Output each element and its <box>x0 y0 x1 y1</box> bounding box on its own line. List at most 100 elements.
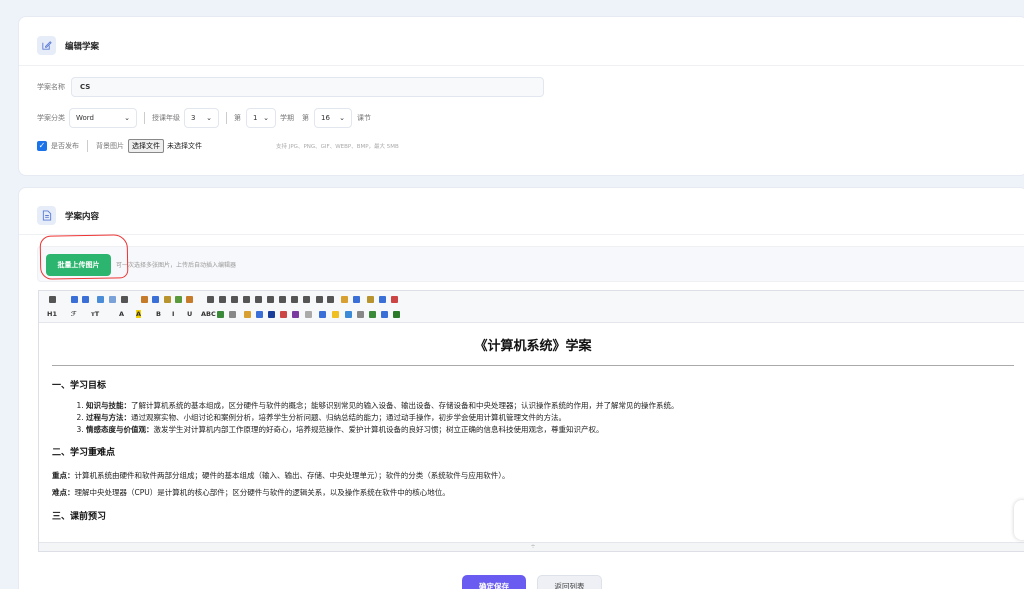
plan-content-card: 学案内容 批量上传图片 可一次选择多张图片，上传后自动插入编辑器 H1 ℱтT A A… <box>18 187 1024 589</box>
plan-name-input[interactable]: CS <box>71 77 544 97</box>
chevron-down-icon: ⌄ <box>339 114 345 122</box>
publish-checkbox[interactable]: ✓ <box>37 141 47 151</box>
toolbar-format-button[interactable]: B <box>156 310 161 318</box>
save-button[interactable]: 确定保存 <box>462 575 526 589</box>
toolbar-insert-icon[interactable] <box>280 311 287 318</box>
batch-upload-bar: 批量上传图片 可一次选择多张图片，上传后自动插入编辑器 <box>37 246 1024 282</box>
file-format-hint: 支持 JPG、PNG、GIF、WEBP、BMP，最大 5MB <box>276 144 399 150</box>
toolbar-tool-icon[interactable] <box>341 296 348 303</box>
divider <box>87 140 88 152</box>
section-heading: 二、学习重难点 <box>52 448 116 458</box>
toolbar-tool-icon[interactable] <box>231 296 238 303</box>
edit-plan-header: 编辑学案 <box>37 36 99 55</box>
lesson-select[interactable]: 16 ⌄ <box>314 108 352 128</box>
toolbar-tool-icon[interactable] <box>164 296 171 303</box>
objectives-list: 知识与技能：了解计算机系统的基本组成，区分硬件与软件的概念；能够识别常见的输入设… <box>52 400 1014 436</box>
toolbar-tool-icon[interactable] <box>82 296 89 303</box>
toolbar-insert-icon[interactable] <box>292 311 299 318</box>
toolbar-tool-icon[interactable] <box>219 296 226 303</box>
toolbar-insert-icon[interactable] <box>345 311 352 318</box>
plan-content-title: 学案内容 <box>65 211 100 222</box>
toolbar-insert-icon[interactable] <box>319 311 326 318</box>
document-icon <box>37 206 56 225</box>
edit-plan-card: 编辑学案 学案名称 CS 学案分类 Word ⌄ 授课年级 3 ⌄ 第 1 ⌄ … <box>18 16 1024 176</box>
editor-resize-handle[interactable]: ÷ <box>39 542 1024 551</box>
toolbar-tool-icon[interactable] <box>327 296 334 303</box>
toolbar-tool-icon[interactable] <box>186 296 193 303</box>
toolbar-tool-icon[interactable] <box>121 296 128 303</box>
divider <box>226 112 227 124</box>
toolbar-tool-icon[interactable] <box>97 296 104 303</box>
toolbar-format-button[interactable]: ℱ <box>71 310 76 318</box>
toolbar-format-button[interactable]: A <box>119 310 124 318</box>
toolbar-insert-icon[interactable] <box>393 311 400 318</box>
toolbar-insert-icon[interactable] <box>381 311 388 318</box>
toolbar-tool-icon[interactable] <box>109 296 116 303</box>
batch-upload-images-button[interactable]: 批量上传图片 <box>46 254 111 276</box>
toolbar-insert-icon[interactable] <box>217 311 224 318</box>
toolbar-tool-icon[interactable] <box>267 296 274 303</box>
category-select[interactable]: Word ⌄ <box>69 108 137 128</box>
list-item: 情感态度与价值观：激发学生对计算机内部工作原理的好奇心，培养规范操作、爱护计算机… <box>86 424 1014 436</box>
lesson-suffix: 课节 <box>357 114 371 122</box>
term-value: 1 <box>253 114 258 122</box>
toolbar-tool-icon[interactable] <box>303 296 310 303</box>
floating-side-widget[interactable] <box>1014 500 1024 540</box>
toolbar-insert-icon[interactable] <box>332 311 339 318</box>
difficulties-paragraph: 难点：理解中央处理器（CPU）是计算机的核心部件；区分硬件与软件的逻辑关系，以及… <box>52 488 450 497</box>
term-select[interactable]: 1 ⌄ <box>246 108 276 128</box>
toolbar-insert-icon[interactable] <box>305 311 312 318</box>
choose-file-button[interactable]: 选择文件 <box>128 139 164 153</box>
chevron-down-icon: ⌄ <box>206 114 212 122</box>
toolbar-tool-icon[interactable] <box>367 296 374 303</box>
back-to-list-button[interactable]: 返回列表 <box>537 575 602 589</box>
toolbar-format-button[interactable]: H1 <box>47 310 57 318</box>
lesson-value: 16 <box>321 114 330 122</box>
toolbar-tool-icon[interactable] <box>243 296 250 303</box>
term-prefix: 第 <box>234 114 241 122</box>
toolbar-format-button[interactable]: тT <box>91 310 99 318</box>
key-points-paragraph: 重点：计算机系统由硬件和软件两部分组成；硬件的基本组成（输入、输出、存储、中央处… <box>52 471 510 480</box>
divider <box>19 65 1024 66</box>
toolbar-insert-icon[interactable] <box>357 311 364 318</box>
toolbar-tool-icon[interactable] <box>291 296 298 303</box>
toolbar-insert-icon[interactable] <box>244 311 251 318</box>
toolbar-format-button[interactable]: I <box>172 310 174 318</box>
lesson-prefix: 第 <box>302 114 309 122</box>
toolbar-tool-icon[interactable] <box>152 296 159 303</box>
editor-content[interactable]: 《计算机系统》学案 一、学习目标 知识与技能：了解计算机系统的基本组成，区分硬件… <box>39 324 1024 543</box>
chevron-down-icon: ⌄ <box>263 114 269 122</box>
toolbar-tool-icon[interactable] <box>279 296 286 303</box>
plan-content-header: 学案内容 <box>37 206 99 225</box>
toolbar-insert-icon[interactable] <box>229 311 236 318</box>
toolbar-tool-icon[interactable] <box>141 296 148 303</box>
toolbar-tool-icon[interactable] <box>71 296 78 303</box>
toolbar-tool-icon[interactable] <box>175 296 182 303</box>
toolbar-tool-icon[interactable] <box>379 296 386 303</box>
toolbar-tool-icon[interactable] <box>255 296 262 303</box>
category-label: 学案分类 <box>37 114 65 122</box>
toolbar-insert-icon[interactable] <box>256 311 263 318</box>
chevron-down-icon: ⌄ <box>124 114 130 122</box>
list-item: 知识与技能：了解计算机系统的基本组成，区分硬件与软件的概念；能够识别常见的输入设… <box>86 400 1014 412</box>
toolbar-tool-icon[interactable] <box>353 296 360 303</box>
toolbar-tool-icon[interactable] <box>49 296 56 303</box>
rich-text-editor[interactable]: H1 ℱтT A A B I U ABC 《计算机系统》学案 一、学习目标 知识与技能：了解计… <box>38 290 1024 552</box>
grade-value: 3 <box>191 114 196 122</box>
toolbar-insert-icon[interactable] <box>268 311 275 318</box>
editor-toolbar: H1 ℱтT A A B I U ABC <box>39 291 1024 323</box>
toolbar-format-button[interactable]: A <box>136 310 142 318</box>
background-image-label: 背景图片 <box>96 142 124 150</box>
toolbar-tool-icon[interactable] <box>316 296 323 303</box>
section-heading: 三、课前预习 <box>52 512 107 522</box>
divider <box>144 112 145 124</box>
toolbar-tool-icon[interactable] <box>391 296 398 303</box>
grade-select[interactable]: 3 ⌄ <box>184 108 219 128</box>
toolbar-insert-icon[interactable] <box>369 311 376 318</box>
grade-label: 授课年级 <box>152 114 180 122</box>
toolbar-format-button[interactable]: ABC <box>201 310 216 318</box>
edit-plan-title: 编辑学案 <box>65 41 100 52</box>
toolbar-format-button[interactable]: U <box>187 310 192 318</box>
divider <box>19 234 1024 235</box>
toolbar-tool-icon[interactable] <box>207 296 214 303</box>
